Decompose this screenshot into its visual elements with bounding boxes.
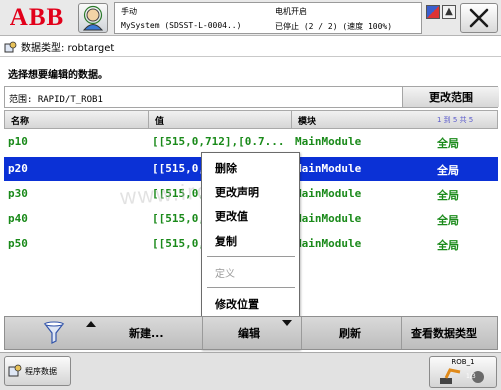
new-button[interactable]: 新建... — [129, 325, 164, 341]
cell-scope: 全局 — [437, 214, 459, 227]
row-count: 1 到 5 共 5 — [437, 116, 474, 124]
table-row[interactable]: p10 [[515,0,712],[0.7... MainModule 全局 — [4, 130, 498, 154]
filter-icon[interactable] — [43, 321, 65, 345]
cell-module: MainModule — [295, 135, 362, 148]
scope-label: 范围: RAPID/T_ROB1 — [9, 95, 103, 105]
cell-module: MainModule — [295, 162, 362, 175]
bottom-toolbar: 新建... 编辑 刷新 查看数据类型 — [4, 316, 498, 350]
cell-value: [[515,0,712],[0.7... — [152, 135, 285, 148]
status-panel[interactable]: 手动 MySystem (SDSST-L-0004..) 电机开启 已停止 (2… — [114, 2, 422, 34]
column-header-module[interactable]: 模块 — [298, 114, 316, 127]
cell-scope: 全局 — [437, 189, 459, 202]
menu-item-define: 定义 — [215, 269, 235, 280]
close-x-icon — [469, 8, 489, 28]
change-scope-button[interactable]: 更改范围 — [402, 87, 499, 107]
scope-row: 范围: RAPID/T_ROB1 更改范围 — [4, 86, 499, 108]
instruction-text: 选择想要编辑的数据。 — [8, 70, 108, 81]
menu-item-change-declaration[interactable]: 更改声明 — [215, 184, 259, 200]
arrow-down-icon[interactable] — [281, 319, 293, 327]
event-log-icon: ▲ — [442, 5, 456, 19]
cell-module: MainModule — [295, 212, 362, 225]
edit-button[interactable]: 编辑 — [238, 325, 260, 341]
page-title: 数据类型: robtarget — [21, 43, 115, 54]
column-header-name[interactable]: 名称 — [11, 114, 29, 127]
system-name: MySystem (SDSST-L-0004..) — [121, 21, 242, 30]
view-datatype-button[interactable]: 查看数据类型 — [411, 325, 477, 341]
cell-name: p50 — [8, 237, 28, 250]
arrow-up-icon[interactable] — [85, 320, 97, 328]
cell-scope: 全局 — [437, 164, 459, 177]
close-button[interactable] — [460, 3, 498, 33]
motor-state: 电机开启 — [275, 7, 307, 16]
status-bar: ABB 手动 MySystem (SDSST-L-0004..) 电机开启 已停… — [0, 0, 501, 36]
taskbar: 程序数据 ROB_1 1/3 — [0, 352, 501, 390]
page-title-bar: 数据类型: robtarget — [0, 37, 501, 57]
robot-task-button[interactable]: ROB_1 1/3 — [429, 356, 497, 388]
program-data-task-button[interactable]: 程序数据 — [4, 356, 71, 386]
menu-item-delete[interactable]: 删除 — [215, 160, 237, 176]
abb-logo[interactable]: ABB — [3, 4, 71, 31]
menu-divider — [207, 287, 295, 288]
robot-label: ROB_1 — [451, 358, 475, 366]
user-icon[interactable] — [78, 3, 108, 33]
program-state: 已停止 (2 / 2) (速度 100%) — [275, 22, 393, 31]
refresh-button[interactable]: 刷新 — [339, 325, 361, 341]
table-header: 名称 值 模块 1 到 5 共 5 — [4, 110, 498, 129]
program-data-icon — [8, 364, 22, 377]
menu-item-modify-position[interactable]: 修改位置 — [215, 296, 259, 312]
robot-status-icon — [426, 5, 440, 19]
program-data-label: 程序数据 — [25, 366, 57, 376]
cell-scope: 全局 — [437, 239, 459, 252]
cell-module: MainModule — [295, 237, 362, 250]
robot-fraction: 1/3 — [466, 373, 476, 380]
cell-name: p20 — [8, 162, 28, 175]
logo-text: ABB — [9, 3, 65, 31]
cell-name: p40 — [8, 212, 28, 225]
robot-icon — [440, 368, 484, 384]
column-header-value[interactable]: 值 — [155, 114, 164, 127]
menu-item-change-value[interactable]: 更改值 — [215, 208, 248, 224]
cell-name: p10 — [8, 135, 28, 148]
mode-text: 手动 — [121, 7, 137, 16]
menu-item-copy[interactable]: 复制 — [215, 233, 237, 249]
data-type-icon — [4, 41, 17, 52]
menu-divider — [207, 256, 295, 257]
cell-scope: 全局 — [437, 137, 459, 150]
cell-module: MainModule — [295, 187, 362, 200]
